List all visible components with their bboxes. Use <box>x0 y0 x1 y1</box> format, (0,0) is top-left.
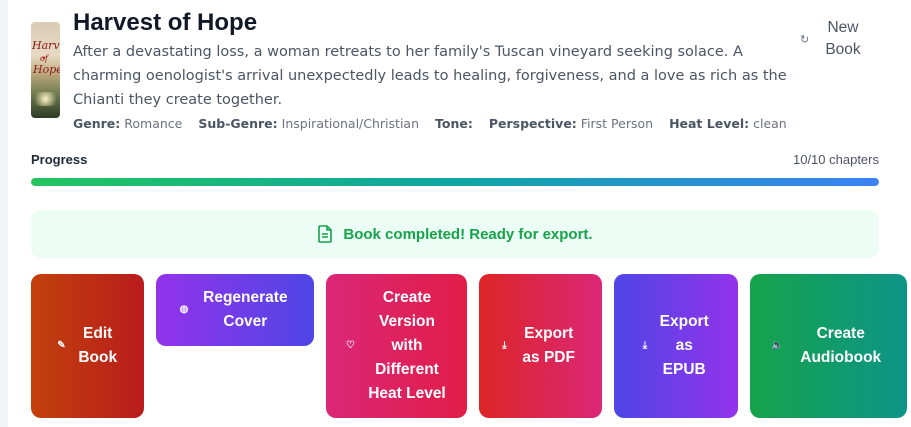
meta-value: First Person <box>580 116 654 131</box>
new-book-button[interactable]: ↻ New Book <box>800 16 870 62</box>
meta-genre: Genre: Romance <box>73 116 182 131</box>
meta-label: Sub-Genre: <box>198 116 278 131</box>
create-audiobook-label: Create Audiobook <box>800 325 882 366</box>
download-icon: ⤓ <box>642 340 648 351</box>
meta-label: Heat Level: <box>669 116 750 131</box>
palette-icon: ◍ <box>179 304 189 315</box>
meta-value: clean <box>753 116 787 131</box>
speaker-icon: 🔈 <box>771 340 784 351</box>
meta-perspective: Perspective: First Person <box>489 116 653 131</box>
export-pdf-button[interactable]: ⤓ Export as PDF <box>479 274 602 418</box>
create-heat-version-button[interactable]: ♡ Create Version with Different Heat Lev… <box>326 274 467 418</box>
meta-value: Romance <box>124 116 183 131</box>
pencil-icon: ✎ <box>57 340 66 351</box>
progress-count: 10/10 chapters <box>792 152 879 167</box>
meta-tone: Tone: <box>435 116 477 131</box>
export-epub-button[interactable]: ⤓ Export as EPUB <box>614 274 738 418</box>
cover-title-line: Hope <box>33 63 60 76</box>
export-pdf-label: Export as PDF <box>522 325 575 366</box>
create-audiobook-button[interactable]: 🔈 Create Audiobook <box>750 274 907 418</box>
status-banner: Book completed! Ready for export. <box>31 210 879 258</box>
status-message: Book completed! Ready for export. <box>343 225 593 243</box>
cover-title-line: Harvest <box>32 39 60 52</box>
book-meta: Genre: Romance Sub-Genre: Inspirational/… <box>73 116 799 131</box>
meta-heat-level: Heat Level: clean <box>669 116 787 131</box>
meta-label: Perspective: <box>488 116 577 131</box>
meta-sub-genre: Sub-Genre: Inspirational/Christian <box>198 116 419 131</box>
document-icon <box>317 225 333 243</box>
progress-bar-fill <box>31 178 879 186</box>
download-icon: ⤓ <box>502 340 507 351</box>
heart-icon: ♡ <box>346 340 355 351</box>
cover-sunset <box>31 92 60 106</box>
new-book-label: New Book <box>825 19 861 58</box>
edit-book-label: Edit Book <box>78 325 118 366</box>
book-description: After a devastating loss, a woman retrea… <box>73 44 787 108</box>
edit-book-button[interactable]: ✎ Edit Book <box>31 274 144 418</box>
meta-label: Tone: <box>435 116 473 131</box>
progress-label: Progress <box>31 152 88 167</box>
meta-label: Genre: <box>73 116 121 131</box>
refresh-icon: ↻ <box>800 33 810 46</box>
export-epub-label: Export as EPUB <box>659 313 709 378</box>
book-title: Harvest of Hope <box>73 9 258 36</box>
regenerate-cover-button[interactable]: ◍ Regenerate Cover <box>156 274 314 346</box>
regenerate-cover-label: Regenerate Cover <box>203 289 288 330</box>
meta-value: Inspirational/Christian <box>281 116 420 131</box>
create-heat-version-label: Create Version with Different Heat Level <box>368 289 446 402</box>
book-cover-image: Harvest of ♥ Hope <box>31 22 60 118</box>
progress-bar <box>31 178 879 186</box>
heart-icon: ♥ <box>42 56 46 62</box>
